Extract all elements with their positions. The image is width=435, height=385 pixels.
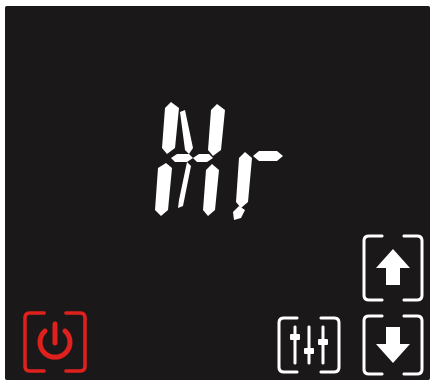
down-button[interactable]	[360, 313, 426, 377]
control-panel: Hr	[5, 6, 430, 380]
digit-r	[233, 151, 283, 220]
sliders-icon	[277, 316, 341, 374]
arrow-down-icon	[362, 314, 424, 376]
up-button[interactable]	[360, 233, 426, 303]
power-icon	[23, 311, 87, 373]
settings-button[interactable]	[275, 315, 343, 375]
segment-readout-graphic	[155, 102, 283, 220]
digit-h	[155, 102, 225, 216]
power-button[interactable]	[22, 310, 88, 374]
segment-display: Hr	[153, 98, 293, 222]
arrow-up-icon	[362, 234, 424, 302]
